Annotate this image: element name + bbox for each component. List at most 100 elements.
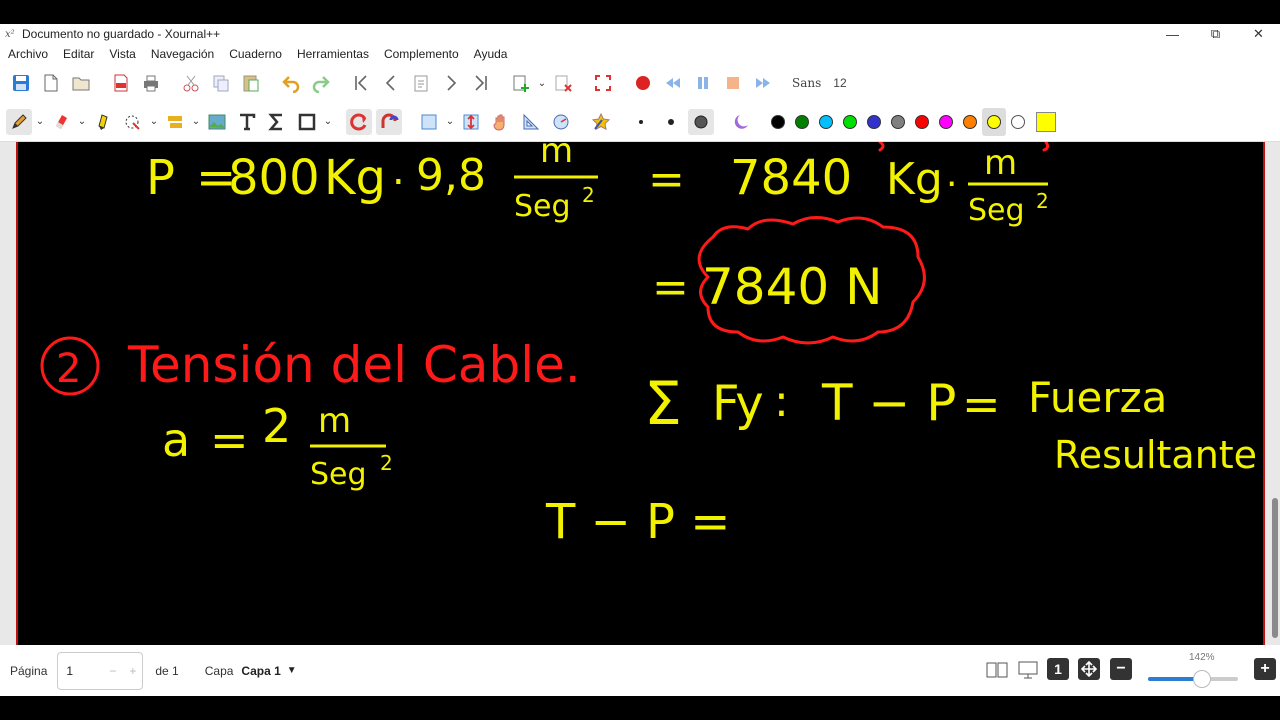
print-icon[interactable]: [138, 70, 164, 96]
vertical-scrollbar[interactable]: [1272, 498, 1278, 638]
color-swatch[interactable]: [814, 108, 838, 136]
fast-forward-icon[interactable]: [750, 70, 776, 96]
screen: x² Documento no guardado - Xournal++ — ⧉…: [0, 0, 1280, 720]
fill-toggle-icon[interactable]: [728, 109, 754, 135]
shape-tool-icon[interactable]: [294, 109, 320, 135]
weight-symbol: P: [146, 150, 175, 206]
zoom-slider-knob[interactable]: [1193, 670, 1211, 688]
thickness-fine-icon[interactable]: [628, 109, 654, 135]
color-swatch[interactable]: [934, 108, 958, 136]
meter-unit-2: m: [984, 143, 1017, 183]
color-swatch[interactable]: [886, 108, 910, 136]
select-rectangle-icon[interactable]: [416, 109, 442, 135]
grid-snap-icon[interactable]: [376, 108, 402, 135]
select-dropdown-icon[interactable]: ⌄: [148, 112, 160, 132]
compass-tool-icon[interactable]: [548, 109, 574, 135]
highlighter-tool-icon[interactable]: [90, 109, 116, 135]
color-swatch[interactable]: [958, 108, 982, 136]
record-icon[interactable]: [630, 70, 656, 96]
font-name-label[interactable]: Sans: [792, 76, 821, 90]
zoom-100-icon[interactable]: 1: [1047, 658, 1069, 680]
color-swatch[interactable]: [838, 108, 862, 136]
image-tool-icon[interactable]: [204, 109, 230, 135]
zoom-fit-icon[interactable]: [1078, 658, 1100, 680]
text-tool-icon[interactable]: [234, 109, 260, 135]
favorite-tool-icon[interactable]: [588, 109, 614, 135]
paste-icon[interactable]: [238, 70, 264, 96]
open-folder-icon[interactable]: [68, 70, 94, 96]
next-page-icon[interactable]: [438, 70, 464, 96]
layer-label: Capa: [204, 663, 234, 678]
handwriting-layer[interactable]: P = 800 Kg . 9,8 m Seg 2 = 7840 Kg . m S…: [18, 142, 1267, 645]
redo-icon[interactable]: [308, 70, 334, 96]
menu-archivo[interactable]: Archivo: [8, 47, 48, 61]
layer-selector[interactable]: Capa 1: [241, 664, 280, 678]
new-document-icon[interactable]: [38, 70, 64, 96]
shape-dropdown-icon[interactable]: ⌄: [322, 112, 334, 132]
menu-editar[interactable]: Editar: [63, 47, 94, 61]
add-page-dropdown-icon[interactable]: ⌄: [536, 73, 548, 93]
undo-icon[interactable]: [278, 70, 304, 96]
thickness-thick-icon[interactable]: [688, 108, 714, 135]
pen-tool-icon[interactable]: [6, 108, 32, 135]
zoom-in-icon[interactable]: +: [1254, 658, 1276, 680]
minimize-button[interactable]: —: [1151, 24, 1194, 44]
pen-dropdown-icon[interactable]: ⌄: [34, 112, 46, 132]
page-increment-button[interactable]: +: [129, 664, 136, 678]
menu-cuaderno[interactable]: Cuaderno: [229, 47, 282, 61]
thickness-medium-icon[interactable]: [658, 109, 684, 135]
zoom-slider[interactable]: [1148, 670, 1238, 688]
eraser-tool-icon[interactable]: [48, 109, 74, 135]
page-number-field[interactable]: 1 − +: [57, 651, 144, 690]
page-decrement-button[interactable]: −: [109, 664, 116, 678]
fullscreen-icon[interactable]: [590, 70, 616, 96]
space-dropdown-icon[interactable]: ⌄: [190, 112, 202, 132]
color-swatch[interactable]: [766, 108, 790, 136]
color-swatch[interactable]: [1006, 108, 1030, 136]
move-vertical-icon[interactable]: [458, 109, 484, 135]
menu-herramientas[interactable]: Herramientas: [297, 47, 369, 61]
pause-icon[interactable]: [690, 70, 716, 96]
color-swatch[interactable]: [790, 108, 814, 136]
shape-recognizer-icon[interactable]: [346, 108, 372, 135]
first-page-icon[interactable]: [348, 70, 374, 96]
presentation-mode-icon[interactable]: [1016, 658, 1040, 682]
two-pages-icon[interactable]: [985, 658, 1009, 682]
custom-color-button[interactable]: [1036, 111, 1056, 132]
maximize-button[interactable]: ⧉: [1194, 24, 1237, 44]
stop-icon[interactable]: [720, 70, 746, 96]
add-page-icon[interactable]: [508, 70, 534, 96]
menu-vista[interactable]: Vista: [109, 47, 135, 61]
latex-tool-icon[interactable]: [264, 109, 290, 135]
force-y-label: Fy: [712, 376, 764, 432]
selection-dropdown-icon[interactable]: ⌄: [444, 112, 456, 132]
mass-value: 800: [228, 150, 320, 206]
color-swatch[interactable]: [982, 107, 1006, 136]
vertical-space-tool-icon[interactable]: [162, 109, 188, 135]
last-page-icon[interactable]: [468, 70, 494, 96]
color-swatch[interactable]: [862, 108, 886, 136]
set-square-icon[interactable]: [518, 109, 544, 135]
notebook-page[interactable]: P = 800 Kg . 9,8 m Seg 2 = 7840 Kg . m S…: [16, 142, 1265, 645]
menu-ayuda[interactable]: Ayuda: [474, 47, 508, 61]
section-number: 2: [56, 346, 81, 392]
menu-navegacion[interactable]: Navegación: [151, 47, 214, 61]
delete-page-icon[interactable]: [550, 70, 576, 96]
close-button[interactable]: ✕: [1237, 24, 1280, 44]
select-region-icon[interactable]: [120, 109, 146, 135]
save-icon[interactable]: [8, 70, 34, 96]
layer-dropdown-icon[interactable]: ▼: [287, 665, 297, 676]
hand-tool-icon[interactable]: [488, 109, 514, 135]
goto-page-icon[interactable]: [408, 70, 434, 96]
font-size-label[interactable]: 12: [833, 76, 846, 90]
menu-complemento[interactable]: Complemento: [384, 47, 459, 61]
export-pdf-icon[interactable]: [108, 70, 134, 96]
eraser-dropdown-icon[interactable]: ⌄: [76, 112, 88, 132]
canvas-area[interactable]: P = 800 Kg . 9,8 m Seg 2 = 7840 Kg . m S…: [0, 142, 1280, 645]
color-swatch[interactable]: [910, 108, 934, 136]
previous-page-icon[interactable]: [378, 70, 404, 96]
zoom-out-icon[interactable]: −: [1110, 658, 1132, 680]
rewind-icon[interactable]: [660, 70, 686, 96]
cut-icon[interactable]: [178, 70, 204, 96]
copy-icon[interactable]: [208, 70, 234, 96]
